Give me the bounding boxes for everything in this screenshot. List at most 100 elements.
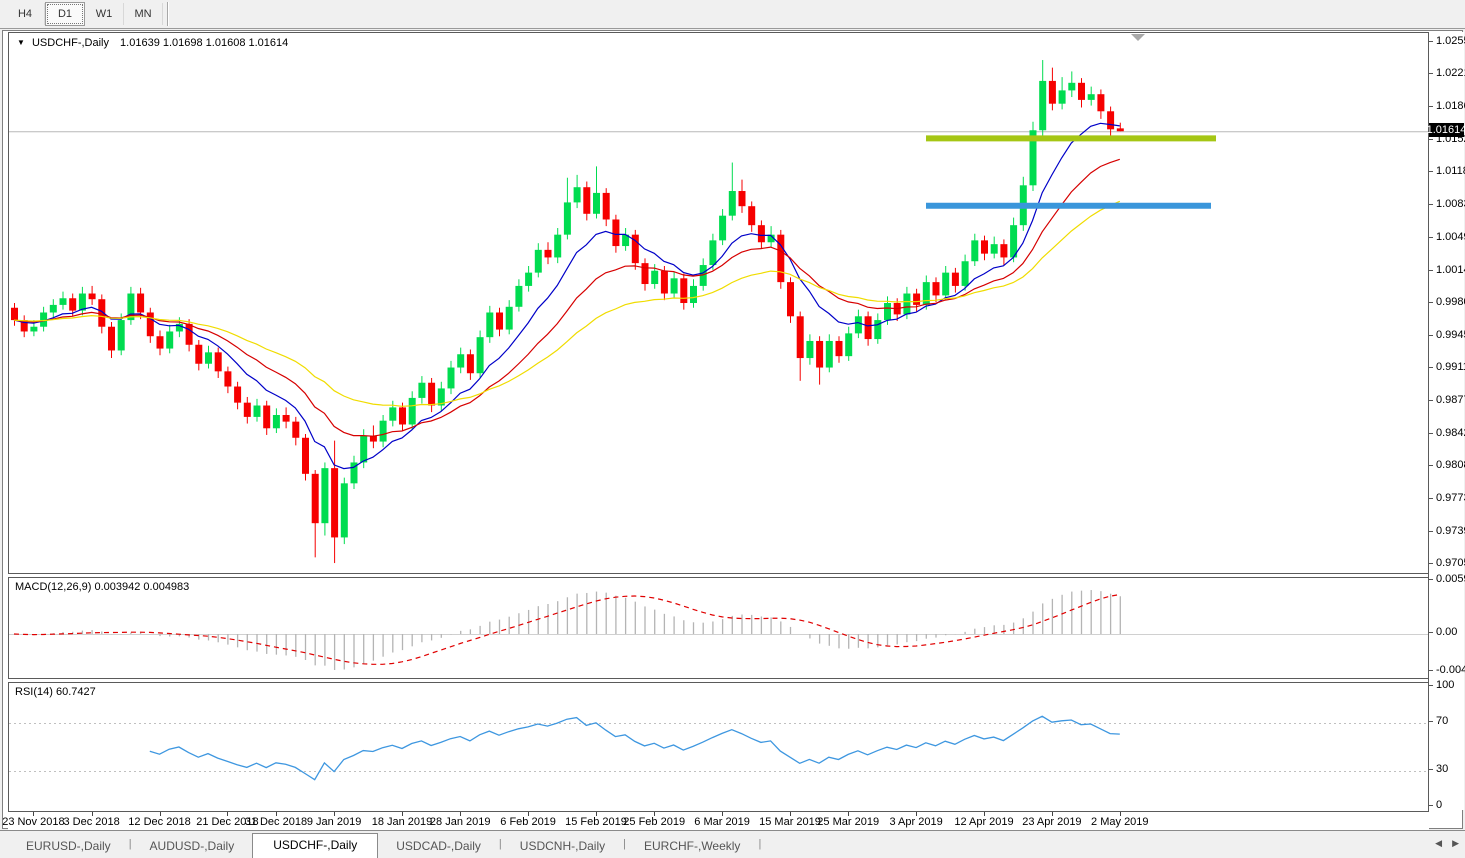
- price-axis-label: 1.01180: [1436, 165, 1465, 177]
- current-price-tag: 1.01614: [1429, 123, 1464, 137]
- macd-axis-label: 0.00597: [1436, 573, 1465, 585]
- chart-symbol: USDCHF-,Daily: [32, 37, 109, 49]
- tab-scroll-left-icon[interactable]: ◀: [1435, 836, 1442, 850]
- timeframe-button-w1[interactable]: W1: [85, 3, 124, 25]
- axis-tick: [1429, 237, 1433, 238]
- date-label: 6 Mar 2019: [694, 816, 750, 828]
- axis-tick: [1429, 769, 1433, 770]
- tab-usdcnh-daily[interactable]: USDCNH-,Daily: [502, 835, 623, 858]
- axis-tick: [1429, 302, 1433, 303]
- axis-tick: [1429, 685, 1433, 686]
- axis-tick: [1429, 721, 1433, 722]
- axis-tick: [1429, 632, 1433, 633]
- rsi-axis-label: 70: [1436, 715, 1448, 727]
- ma-line-9: [14, 123, 1120, 468]
- price-axis-label: 1.01860: [1436, 100, 1465, 112]
- macd-chart[interactable]: [9, 578, 1428, 678]
- toolbar-separator: [167, 2, 169, 26]
- axis-tick: [1429, 400, 1433, 401]
- symbol-dropdown-icon[interactable]: ▼: [17, 38, 25, 47]
- axis-tick: [1429, 171, 1433, 172]
- date-label: 28 Jan 2019: [430, 816, 491, 828]
- candlestick-chart[interactable]: [9, 33, 1428, 573]
- price-axis-label: 0.99450: [1436, 329, 1465, 341]
- axis-tick: [1429, 805, 1433, 806]
- axis-tick: [1429, 498, 1433, 499]
- axis-tick: [1429, 670, 1433, 671]
- price-axis-label: 1.02550: [1436, 35, 1465, 47]
- price-axis-label: 0.99110: [1436, 361, 1465, 373]
- date-label: 15 Feb 2019: [565, 816, 627, 828]
- mt4-window: H4D1W1MN ▼ USDCHF-,Daily 1.01639 1.01698…: [0, 0, 1465, 858]
- axis-tick: [1429, 579, 1433, 580]
- tab-audusd-daily[interactable]: AUDUSD-,Daily: [132, 835, 253, 858]
- price-axis-label: 0.97050: [1436, 557, 1465, 569]
- rsi-axis-label: 0: [1436, 799, 1442, 811]
- date-label: 12 Apr 2019: [954, 816, 1013, 828]
- macd-panel[interactable]: MACD(12,26,9) 0.003942 0.004983: [8, 577, 1429, 679]
- price-axis-label: 0.98080: [1436, 459, 1465, 471]
- tab-scroll-right-icon[interactable]: ▶: [1452, 836, 1459, 850]
- date-label: 23 Nov 2018: [2, 816, 64, 828]
- date-label: 3 Apr 2019: [889, 816, 942, 828]
- price-axis-label: 1.02210: [1436, 67, 1465, 79]
- tab-separator: |: [758, 838, 761, 852]
- axis-tick: [1429, 563, 1433, 564]
- price-axis-label: 1.00490: [1436, 231, 1465, 243]
- chart-window: ▼ USDCHF-,Daily 1.01639 1.01698 1.01608 …: [2, 30, 1463, 829]
- axis-tick: [1429, 531, 1433, 532]
- price-axis-label: 1.00830: [1436, 198, 1465, 210]
- axis-tick: [1429, 73, 1433, 74]
- date-label: 3 Dec 2018: [63, 816, 119, 828]
- chart-shift-marker-icon[interactable]: [1131, 34, 1145, 41]
- axis-tick: [1429, 367, 1433, 368]
- tab-usdchf-daily[interactable]: USDCHF-,Daily: [252, 833, 378, 858]
- axis-tick: [1429, 465, 1433, 466]
- rsi-chart[interactable]: [9, 683, 1428, 811]
- price-axis-label: 0.97730: [1436, 492, 1465, 504]
- tab-eurusd-daily[interactable]: EURUSD-,Daily: [8, 835, 129, 858]
- timeframe-toolbar: H4D1W1MN: [0, 0, 1465, 29]
- date-label: 2 May 2019: [1091, 816, 1148, 828]
- rsi-axis-label: 30: [1436, 763, 1448, 775]
- macd-axis-label: 0.00: [1436, 626, 1457, 638]
- timeframe-button-d1[interactable]: D1: [45, 2, 85, 26]
- axis-tick: [1429, 335, 1433, 336]
- macd-axis-label: -0.004243: [1436, 664, 1465, 676]
- axis-tick: [1429, 433, 1433, 434]
- date-label: 12 Dec 2018: [128, 816, 190, 828]
- macd-label: MACD(12,26,9) 0.003942 0.004983: [15, 581, 189, 593]
- price-axis: 1.01614 1.025501.022101.018601.015201.01…: [1428, 32, 1464, 810]
- chart-ohlc: 1.01639 1.01698 1.01608 1.01614: [120, 37, 288, 49]
- tab-scroll-arrows: ◀ ▶: [1435, 836, 1459, 850]
- axis-tick: [1429, 270, 1433, 271]
- chart-title: ▼ USDCHF-,Daily 1.01639 1.01698 1.01608 …: [17, 37, 288, 49]
- rsi-panel[interactable]: RSI(14) 60.7427: [8, 682, 1429, 812]
- price-axis-label: 0.97390: [1436, 525, 1465, 537]
- date-label: 31 Dec 2018: [245, 816, 307, 828]
- date-label: 9 Jan 2019: [307, 816, 361, 828]
- chart-tab-bar: EURUSD-,Daily | AUDUSD-,DailyUSDCHF-,Daily…: [0, 830, 1465, 858]
- date-label: 25 Mar 2019: [817, 816, 879, 828]
- axis-tick: [1429, 41, 1433, 42]
- date-label: 18 Jan 2019: [372, 816, 433, 828]
- tab-usdcad-daily[interactable]: USDCAD-,Daily: [378, 835, 499, 858]
- price-chart-panel[interactable]: ▼ USDCHF-,Daily 1.01639 1.01698 1.01608 …: [8, 32, 1429, 574]
- price-axis-label: 1.00140: [1436, 264, 1465, 276]
- rsi-axis-label: 100: [1436, 679, 1454, 691]
- timeframe-button-h4[interactable]: H4: [6, 3, 45, 25]
- rsi-label: RSI(14) 60.7427: [15, 686, 96, 698]
- date-axis: 23 Nov 20183 Dec 201812 Dec 201821 Dec 2…: [8, 812, 1429, 830]
- date-label: 25 Feb 2019: [623, 816, 685, 828]
- tab-eurchf-weekly[interactable]: EURCHF-,Weekly: [626, 835, 758, 858]
- date-label: 23 Apr 2019: [1022, 816, 1081, 828]
- axis-tick: [1429, 204, 1433, 205]
- date-label: 15 Mar 2019: [759, 816, 821, 828]
- price-axis-label: 0.99800: [1436, 296, 1465, 308]
- axis-tick: [1429, 139, 1433, 140]
- timeframe-button-mn[interactable]: MN: [124, 3, 163, 25]
- rsi-line: [150, 716, 1120, 779]
- axis-tick: [1429, 106, 1433, 107]
- date-label: 6 Feb 2019: [500, 816, 556, 828]
- price-axis-label: 0.98420: [1436, 427, 1465, 439]
